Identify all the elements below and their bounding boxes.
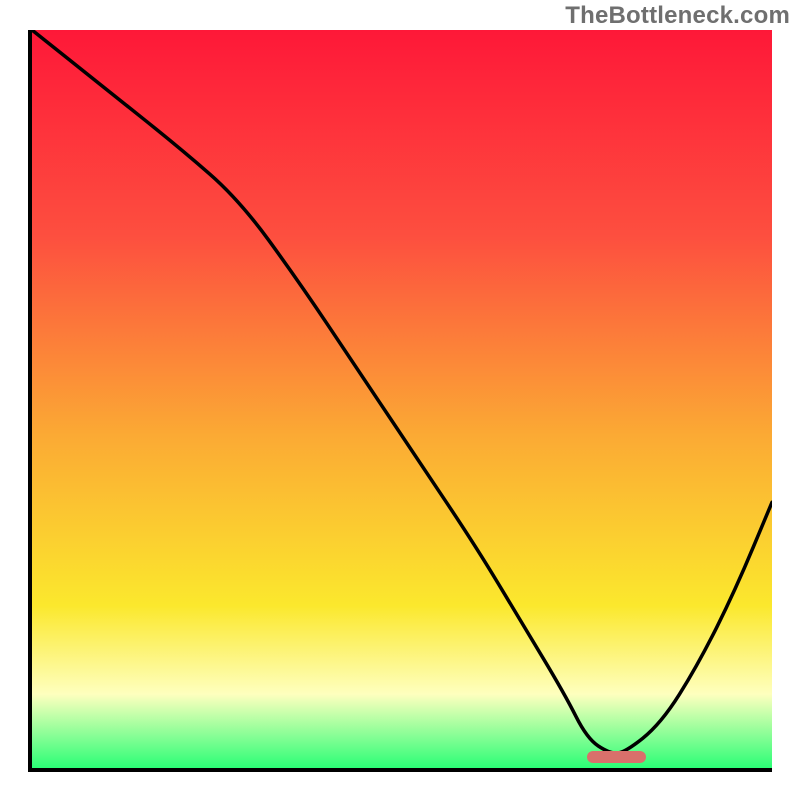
gradient-background [32,30,772,768]
plot-area [28,30,772,772]
chart-frame: TheBottleneck.com [0,0,800,800]
chart-svg [32,30,772,768]
optimal-marker [587,751,646,763]
watermark-text: TheBottleneck.com [565,2,790,30]
